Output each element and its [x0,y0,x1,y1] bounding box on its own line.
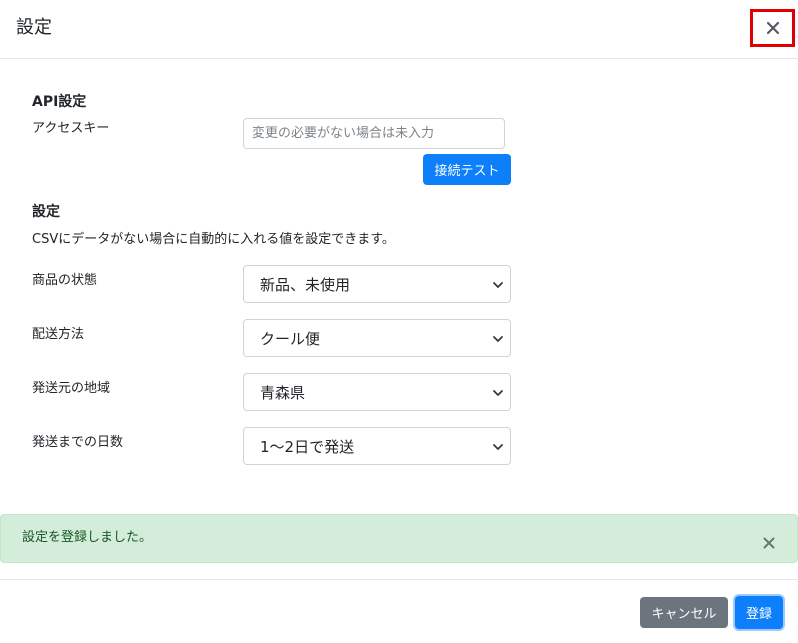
chevron-down-icon [493,444,503,450]
success-alert: 設定を登録しました。 [0,514,798,563]
close-icon [766,21,779,35]
cancel-button[interactable]: キャンセル [640,597,728,628]
modal-title: 設定 [16,17,52,38]
days-to-ship-label: 発送までの日数 [32,435,124,450]
modal-close-button[interactable] [750,9,795,47]
condition-label: 商品の状態 [32,273,98,288]
ship-from-region-label: 発送元の地域 [32,381,111,396]
settings-section-title: 設定 [32,204,60,220]
api-section-title: API設定 [32,94,87,110]
alert-close-button[interactable] [758,532,780,554]
ship-from-region-select-value: 青森県 [260,383,306,402]
chevron-down-icon [493,390,503,396]
register-button[interactable]: 登録 [735,596,783,629]
days-to-ship-select-value: 1〜2日で発送 [260,437,355,456]
connection-test-button[interactable]: 接続テスト [423,154,511,185]
condition-select-value: 新品、未使用 [260,275,351,294]
access-key-label: アクセスキー [32,121,110,136]
alert-message: 設定を登録しました。 [22,530,153,545]
ship-from-region-select[interactable]: 青森県 [243,373,511,411]
modal-header: 設定 [0,0,798,59]
shipping-method-select-value: クール便 [260,329,321,348]
chevron-down-icon [493,282,503,288]
close-icon [763,537,775,549]
shipping-method-label: 配送方法 [32,327,85,342]
access-key-input[interactable] [243,118,505,149]
days-to-ship-select[interactable]: 1〜2日で発送 [243,427,511,465]
chevron-down-icon [493,336,503,342]
condition-select[interactable]: 新品、未使用 [243,265,511,303]
settings-description: CSVにデータがない場合に自動的に入れる値を設定できます。 [32,232,395,247]
shipping-method-select[interactable]: クール便 [243,319,511,357]
